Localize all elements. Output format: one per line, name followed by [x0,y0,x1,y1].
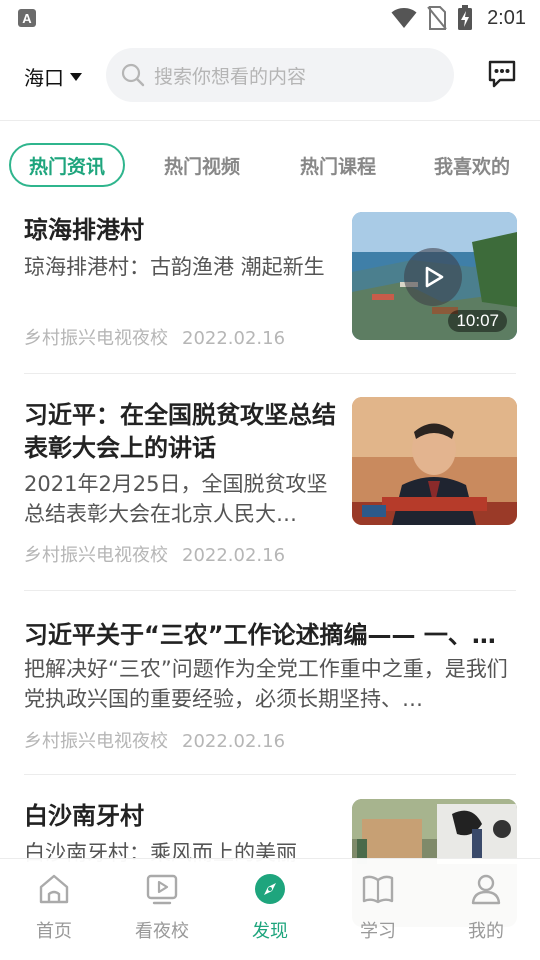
nav-night-school[interactable]: 看夜校 [108,871,216,951]
app-notification-icon: A [18,9,36,27]
book-icon [360,871,396,907]
wifi-icon [391,8,417,28]
battery-charging-icon [458,5,473,30]
search-placeholder: 搜索你想看的内容 [154,65,307,88]
item-summary: 把解决好“三农”问题作为全党工作重中之重，是我们党执政兴国的重要经验，必须长期坚… [24,657,508,711]
clock: 2:01 [487,6,526,29]
item-source: 乡村振兴电视夜校 [24,545,168,566]
bottom-nav: 首页 看夜校 发现 学习 我的 [0,858,540,960]
nav-profile[interactable]: 我的 [432,871,540,951]
item-meta: 乡村振兴电视夜校 2022.02.16 [24,541,285,567]
item-date: 2022.02.16 [182,545,286,566]
item-title: 白沙南牙村 [24,802,144,830]
status-bar: A 2:01 [0,0,540,36]
item-date: 2022.02.16 [182,731,286,752]
nav-home-label: 首页 [36,921,72,942]
top-header: 海口 搜索你想看的内容 [0,44,540,108]
speech-thumbnail[interactable] [352,397,517,525]
status-icons: 2:01 [391,4,526,32]
city-selector[interactable]: 海口 [24,62,82,91]
list-item[interactable]: 习近平关于“三农”工作论述摘编—— 一、… 把解决好“三农”问题作为全党工作重中… [0,617,540,757]
nav-profile-label: 我的 [468,921,504,942]
compass-icon [252,871,288,907]
nav-discover-label: 发现 [252,921,288,942]
item-meta: 乡村振兴电视夜校 2022.02.16 [24,727,285,753]
list-item[interactable]: 琼海排港村 琼海排港村：古韵渔港 潮起新生 乡村振兴电视夜校 2022.02.16 [0,212,540,372]
caret-down-icon [70,72,82,81]
play-button[interactable] [404,248,462,306]
video-thumbnail[interactable]: 10:07 [352,212,517,340]
header-divider [0,120,540,121]
item-source: 乡村振兴电视夜校 [24,328,168,349]
item-source: 乡村振兴电视夜校 [24,731,168,752]
user-icon [468,871,504,907]
item-summary: 琼海排港村：古韵渔港 潮起新生 [24,255,325,279]
speech-photo [352,397,517,525]
nav-home[interactable]: 首页 [0,871,108,951]
tab-favorites[interactable]: 我喜欢的 [420,143,524,187]
item-date: 2022.02.16 [182,328,286,349]
category-tabs: 热门资讯 热门视频 热门课程 我喜欢的 [0,143,540,187]
tab-hot-videos[interactable]: 热门视频 [150,143,254,187]
item-divider [24,373,516,374]
tab-hot-courses[interactable]: 热门课程 [286,143,390,187]
home-icon [36,871,72,907]
nav-discover[interactable]: 发现 [216,871,324,951]
item-title: 习近平：在全国脱贫攻坚总结表彰大会上的讲话 [24,401,336,462]
search-icon [121,63,145,87]
nav-study[interactable]: 学习 [324,871,432,951]
list-item[interactable]: 习近平：在全国脱贫攻坚总结表彰大会上的讲话 2021年2月25日，全国脱贫攻坚总… [0,397,540,567]
nav-night-school-label: 看夜校 [135,921,189,942]
item-divider [24,774,516,775]
nav-study-label: 学习 [360,921,396,942]
item-title: 琼海排港村 [24,216,144,244]
search-bar[interactable]: 搜索你想看的内容 [106,48,454,102]
tab-hot-news[interactable]: 热门资讯 [9,143,125,187]
item-title: 习近平关于“三农”工作论述摘编—— 一、… [24,621,496,649]
no-sim-icon [427,6,447,30]
city-label: 海口 [24,66,64,90]
video-duration: 10:07 [448,310,507,332]
play-icon [425,266,444,288]
video-play-icon [144,871,180,907]
item-summary: 2021年2月25日，全国脱贫攻坚总结表彰大会在北京人民大… [24,472,328,526]
chat-bubble-icon[interactable] [486,58,518,90]
item-divider [24,590,516,591]
item-meta: 乡村振兴电视夜校 2022.02.16 [24,324,285,350]
